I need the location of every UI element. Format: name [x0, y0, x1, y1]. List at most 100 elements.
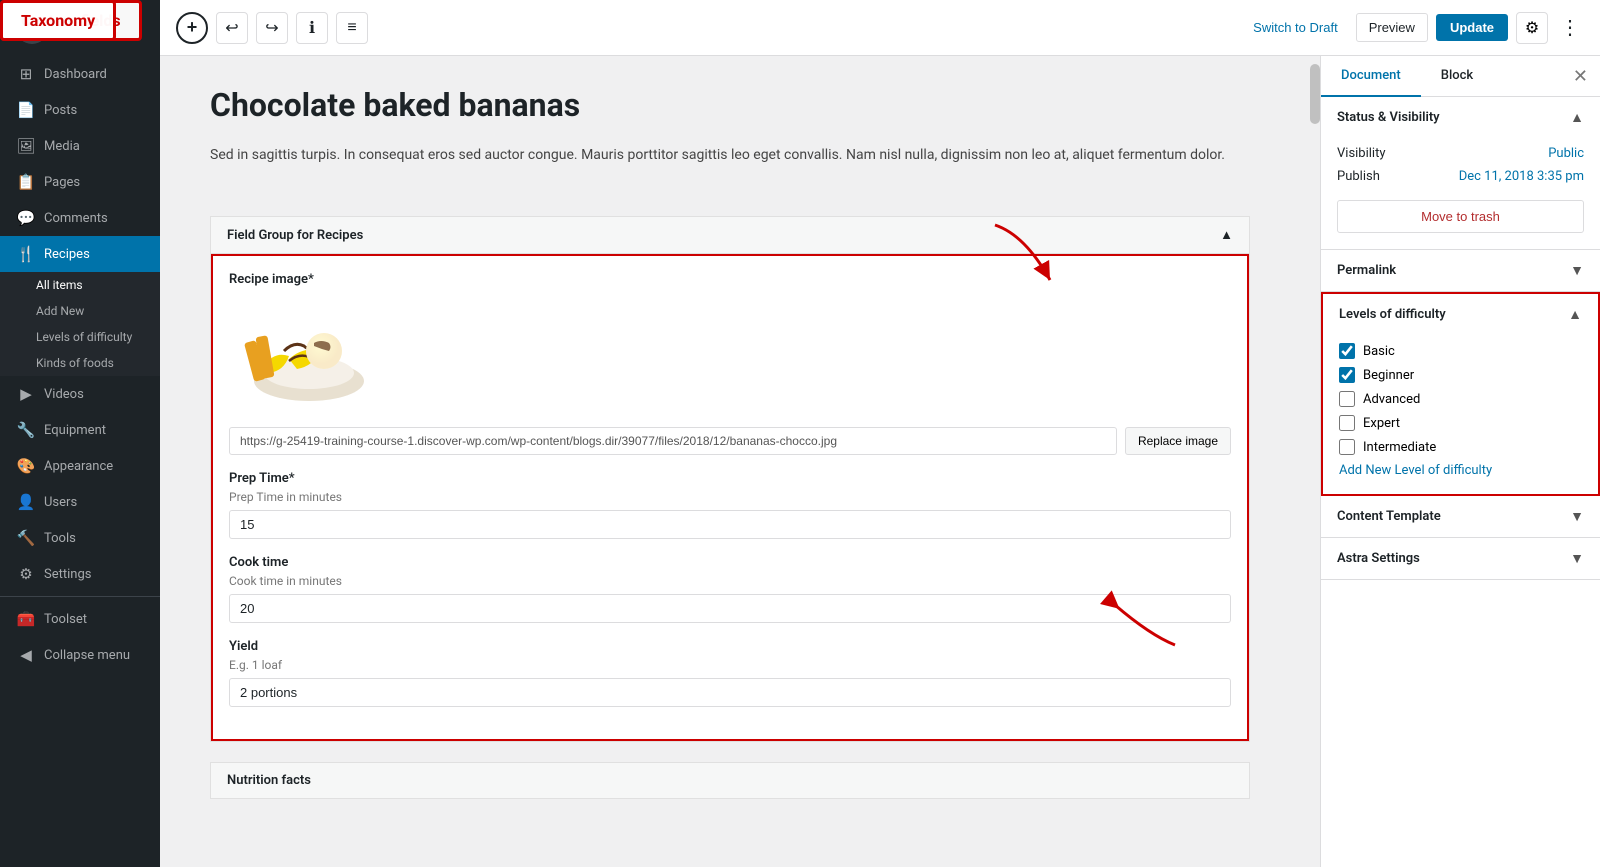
panel-tabs: Document Block ✕	[1321, 56, 1600, 97]
block-menu-button[interactable]: ≡	[336, 12, 368, 44]
editor-wrapper: Chocolate baked bananas Sed in sagittis …	[160, 56, 1320, 867]
undo-button[interactable]: ↩	[216, 12, 248, 44]
tab-block[interactable]: Block	[1421, 56, 1493, 97]
panel-close-button[interactable]: ✕	[1561, 58, 1600, 95]
visibility-value[interactable]: Public	[1548, 146, 1584, 161]
basic-checkbox[interactable]	[1339, 343, 1355, 359]
status-visibility-header[interactable]: Status & Visibility ▲	[1321, 97, 1600, 138]
prep-time-hint: Prep Time in minutes	[229, 490, 1231, 504]
content-template-header[interactable]: Content Template ▼	[1321, 496, 1600, 537]
replace-image-button[interactable]: Replace image	[1125, 427, 1231, 455]
prep-time-field: Prep Time* Prep Time in minutes	[229, 471, 1231, 539]
permalink-header[interactable]: Permalink ▼	[1321, 250, 1600, 291]
sidebar-item-label: Media	[44, 139, 80, 154]
sidebar: W Dashboard ⊞ Dashboard 📄 Posts 🖼 Media …	[0, 0, 160, 867]
sidebar-item-label: Collapse menu	[44, 648, 130, 663]
sidebar-item-videos[interactable]: ▶ Videos	[0, 376, 160, 412]
sidebar-logo[interactable]: W Dashboard	[0, 0, 160, 56]
more-options-button[interactable]: ⋮	[1556, 15, 1584, 40]
sidebar-item-pages[interactable]: 📋 Pages	[0, 164, 160, 200]
move-to-trash-button[interactable]: Move to trash	[1337, 200, 1584, 233]
editor-scroll-area[interactable]: Chocolate baked bananas Sed in sagittis …	[160, 56, 1310, 867]
recipe-image-label: Recipe image*	[229, 272, 1231, 287]
sidebar-item-label: Users	[44, 495, 77, 510]
yield-hint: E.g. 1 loaf	[229, 658, 1231, 672]
editor-scrollbar[interactable]	[1310, 56, 1320, 867]
sidebar-item-label: Recipes	[44, 247, 90, 262]
sidebar-item-collapse[interactable]: ◀ Collapse menu	[0, 637, 160, 673]
image-url-input[interactable]	[229, 427, 1117, 455]
sidebar-item-posts[interactable]: 📄 Posts	[0, 92, 160, 128]
advanced-label: Advanced	[1363, 392, 1420, 407]
preview-button[interactable]: Preview	[1356, 13, 1428, 42]
sidebar-item-label: Comments	[44, 211, 108, 226]
info-button[interactable]: ℹ	[296, 12, 328, 44]
levels-body: Basic Beginner Advanced Ex	[1323, 335, 1598, 494]
posts-icon: 📄	[16, 100, 36, 120]
checkbox-intermediate: Intermediate	[1339, 439, 1582, 455]
status-chevron-up-icon: ▲	[1570, 109, 1584, 126]
settings-gear-button[interactable]: ⚙	[1516, 12, 1548, 44]
expert-checkbox[interactable]	[1339, 415, 1355, 431]
post-body[interactable]: Sed in sagittis turpis. In consequat ero…	[210, 144, 1250, 166]
add-block-button[interactable]: +	[176, 12, 208, 44]
content-template-section: Content Template ▼	[1321, 496, 1600, 538]
users-icon: 👤	[16, 492, 36, 512]
videos-icon: ▶	[16, 384, 36, 404]
nutrition-section: Nutrition facts	[210, 762, 1250, 799]
sidebar-item-equipment[interactable]: 🔧 Equipment	[0, 412, 160, 448]
advanced-checkbox[interactable]	[1339, 391, 1355, 407]
main-area: + ↩ ↪ ℹ ≡ Switch to Draft Preview Update…	[160, 0, 1600, 867]
switch-to-draft-button[interactable]: Switch to Draft	[1243, 14, 1348, 41]
redo-button[interactable]: ↪	[256, 12, 288, 44]
appearance-icon: 🎨	[16, 456, 36, 476]
permalink-section: Permalink ▼	[1321, 250, 1600, 292]
intermediate-checkbox[interactable]	[1339, 439, 1355, 455]
sidebar-item-levels-of-difficulty[interactable]: Levels of difficulty	[0, 324, 160, 350]
wp-logo-icon: W	[16, 12, 48, 44]
sidebar-item-recipes[interactable]: 🍴 Recipes	[0, 236, 160, 272]
sidebar-item-comments[interactable]: 💬 Comments	[0, 200, 160, 236]
levels-header[interactable]: Levels of difficulty ▲	[1323, 294, 1598, 335]
prep-time-input[interactable]	[229, 510, 1231, 539]
sidebar-item-media[interactable]: 🖼 Media	[0, 128, 160, 164]
astra-settings-title: Astra Settings	[1337, 551, 1420, 566]
beginner-checkbox[interactable]	[1339, 367, 1355, 383]
sidebar-item-appearance[interactable]: 🎨 Appearance	[0, 448, 160, 484]
intermediate-label: Intermediate	[1363, 440, 1436, 455]
publish-value[interactable]: Dec 11, 2018 3:35 pm	[1459, 169, 1584, 184]
field-group-collapse-icon[interactable]: ▲	[1220, 227, 1233, 243]
sidebar-item-tools[interactable]: 🔨 Tools	[0, 520, 160, 556]
levels-title: Levels of difficulty	[1339, 307, 1446, 322]
field-group-section: Field Group for Recipes ▲ Recipe image*	[210, 216, 1250, 742]
sidebar-item-label: Toolset	[44, 612, 87, 627]
permalink-title: Permalink	[1337, 263, 1396, 278]
sidebar-item-label: Videos	[44, 387, 84, 402]
astra-settings-header[interactable]: Astra Settings ▼	[1321, 538, 1600, 579]
sidebar-item-all-items[interactable]: All items	[0, 272, 160, 298]
tab-document[interactable]: Document	[1321, 56, 1421, 97]
collapse-icon: ◀	[16, 645, 36, 665]
right-panel: Document Block ✕ Status & Visibility ▲ V…	[1320, 56, 1600, 867]
prep-time-label: Prep Time*	[229, 471, 1231, 486]
sidebar-item-kinds-of-foods[interactable]: Kinds of foods	[0, 350, 160, 376]
publish-row: Publish Dec 11, 2018 3:35 pm	[1337, 169, 1584, 184]
recipe-image-field: Recipe image*	[229, 272, 1231, 455]
checkbox-advanced: Advanced	[1339, 391, 1582, 407]
field-group-body: Recipe image*	[211, 254, 1249, 741]
cook-time-input[interactable]	[229, 594, 1231, 623]
yield-input[interactable]	[229, 678, 1231, 707]
sidebar-item-dashboard[interactable]: ⊞ Dashboard	[0, 56, 160, 92]
post-title[interactable]: Chocolate baked bananas	[210, 86, 1250, 124]
scrollbar-thumb[interactable]	[1310, 64, 1320, 124]
sidebar-item-add-new[interactable]: Add New	[0, 298, 160, 324]
sidebar-item-toolset[interactable]: 🧰 Toolset	[0, 601, 160, 637]
astra-settings-section: Astra Settings ▼	[1321, 538, 1600, 580]
checkbox-expert: Expert	[1339, 415, 1582, 431]
add-new-level-link[interactable]: Add New Level of difficulty	[1339, 463, 1582, 478]
status-visibility-body: Visibility Public Publish Dec 11, 2018 3…	[1321, 138, 1600, 249]
sidebar-item-users[interactable]: 👤 Users	[0, 484, 160, 520]
sidebar-item-settings[interactable]: ⚙ Settings	[0, 556, 160, 592]
visibility-row: Visibility Public	[1337, 146, 1584, 161]
update-button[interactable]: Update	[1436, 14, 1508, 41]
